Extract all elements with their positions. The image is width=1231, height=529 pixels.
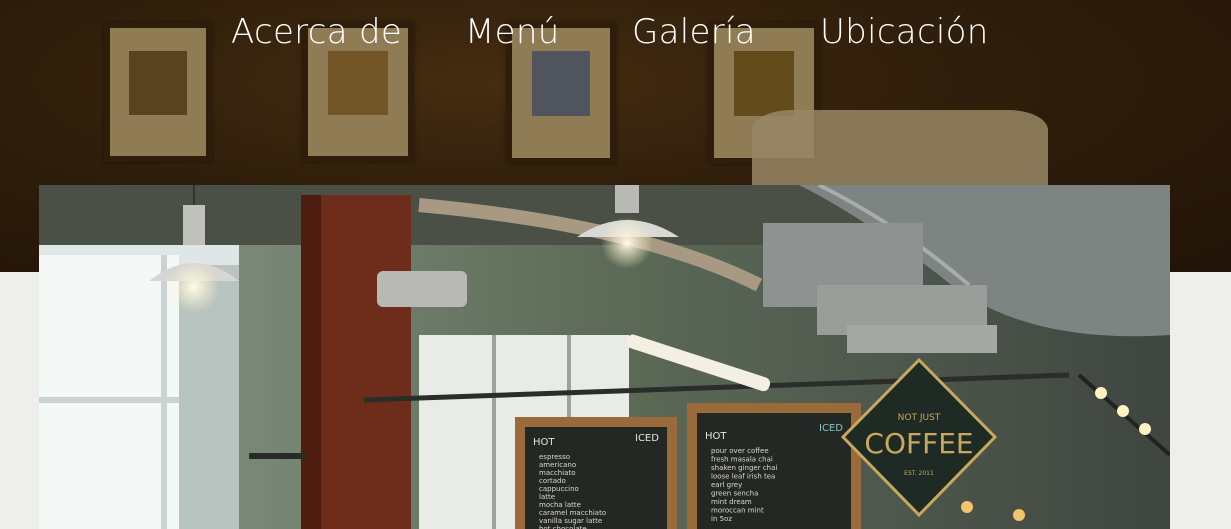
menu-left-line: macchiato — [539, 469, 576, 477]
menu-right-line: in 5oz — [711, 515, 732, 523]
nav-galeria[interactable]: Galería — [632, 12, 756, 52]
menu-right-line: mint dream — [711, 498, 752, 506]
menu-left-line: mocha latte — [539, 501, 581, 509]
sign-main-text: COFFEE — [864, 427, 973, 460]
menu-left-hot: HOT — [533, 437, 555, 448]
menu-left-line: espresso — [539, 453, 570, 461]
menu-left-line: cortado — [539, 477, 566, 485]
menu-board-right: HOT ICED pour over coffeefresh masala ch… — [687, 403, 861, 529]
menu-left-line: americano — [539, 461, 576, 469]
menu-left-line: vanilla sugar latte — [539, 517, 602, 525]
cafe-photo: HOT ICED espresso americano macchiato corta… — [39, 185, 1170, 529]
menu-left-line: cappuccino — [539, 485, 579, 493]
menu-right-line: shaken ginger chai — [711, 464, 777, 472]
menu-right-line: green sencha — [711, 490, 758, 498]
menu-left-iced: ICED — [635, 433, 659, 444]
menu-left-line: caramel macchiato — [539, 509, 606, 517]
menu-left-line: latte — [539, 493, 555, 501]
sign-bottom-text: EST. 2011 — [904, 470, 934, 477]
menu-right-hot: HOT — [705, 431, 727, 442]
nav-menu[interactable]: Menú — [465, 12, 560, 52]
menu-left-line: hot chocolate — [539, 525, 587, 529]
main-nav: Acerca de Menú Galería Ubicación — [0, 12, 1231, 60]
menu-right-line: moroccan mint — [711, 507, 764, 515]
menu-right-line: loose leaf irish tea — [711, 473, 775, 481]
menu-right-line: earl grey — [711, 481, 742, 489]
nav-acerca-de[interactable]: Acerca de — [231, 12, 402, 52]
menu-right-line: fresh masala chai — [711, 456, 773, 464]
menu-right-line: pour over coffee — [711, 447, 769, 455]
menu-board-left: HOT ICED espressoamericanomacchiatocorta… — [515, 417, 677, 529]
sign-top-text: NOT JUST — [898, 413, 941, 423]
nav-ubicacion[interactable]: Ubicación — [820, 12, 989, 52]
menu-right-iced: ICED — [819, 423, 843, 434]
